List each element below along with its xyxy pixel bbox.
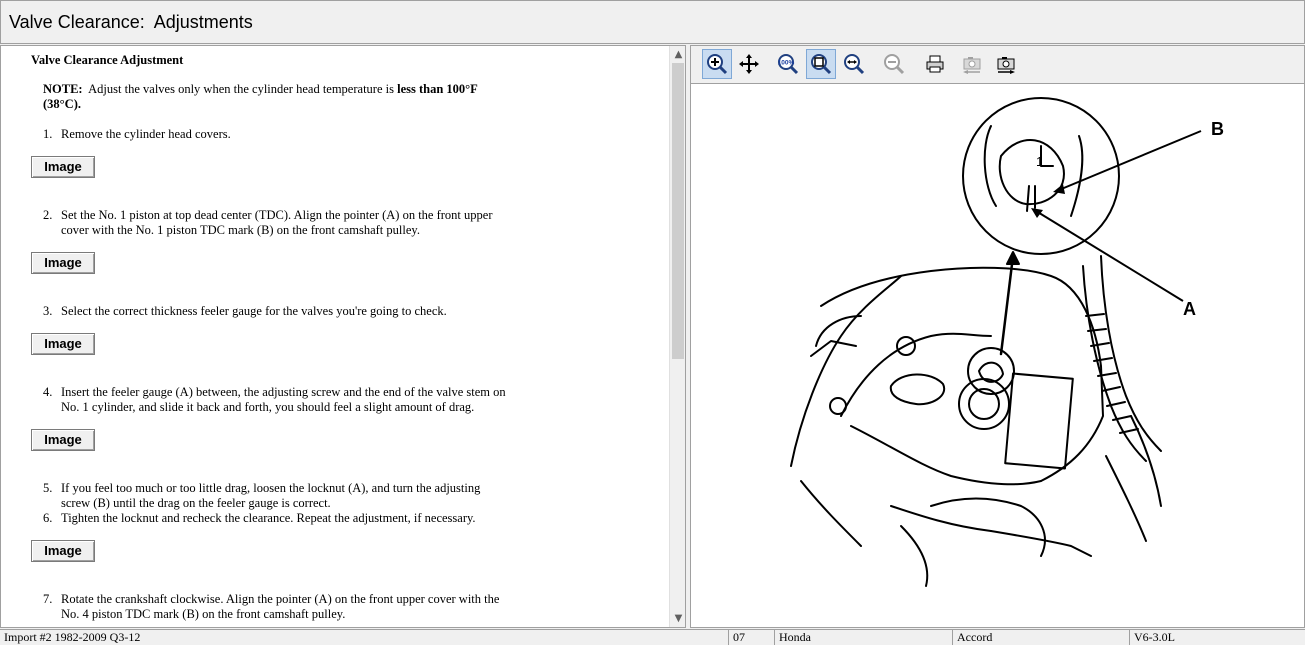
note: NOTE: Adjust the valves only when the cy… [43, 82, 513, 112]
status-model: Accord [952, 630, 992, 645]
scroll-up-arrow-icon[interactable]: ▲ [670, 46, 685, 63]
diagram-label-b: B [1211, 119, 1224, 139]
camera-next-icon [997, 57, 1015, 74]
step-number: 5. [43, 481, 53, 495]
status-make: Honda [774, 630, 811, 645]
step-7: 7. Rotate the crankshaft clockwise. Alig… [43, 592, 669, 622]
zoom-out-icon [884, 54, 905, 75]
scroll-down-arrow-icon[interactable]: ▼ [670, 610, 685, 627]
window-title-bar: Valve Clearance: Adjustments [0, 0, 1305, 44]
step-number: 7. [43, 592, 53, 606]
image-toolbar: 100% [691, 46, 1304, 84]
status-year: 07 [728, 630, 745, 645]
pan-icon [739, 54, 759, 74]
step-1: 1. Remove the cylinder head covers. [43, 127, 669, 142]
step-5: 5. If you feel too much or too little dr… [43, 481, 669, 511]
print-icon [926, 55, 944, 73]
step-text: Tighten the locknut and recheck the clea… [61, 511, 476, 525]
status-import: Import #2 1982-2009 Q3-12 [4, 630, 141, 644]
document-pane[interactable]: Valve Clearance Adjustment NOTE: Adjust … [0, 45, 686, 628]
fit-window-tool[interactable] [806, 49, 836, 79]
fit-width-tool[interactable] [839, 49, 869, 79]
status-bar: Import #2 1982-2009 Q3-12 07 Honda Accor… [0, 629, 1305, 645]
step-2: 2. Set the No. 1 piston at top dead cent… [43, 208, 669, 238]
step-4: 4. Insert the feeler gauge (A) between, … [43, 385, 669, 415]
note-label: NOTE: [43, 82, 83, 96]
image-button-step-6[interactable]: Image [31, 540, 95, 562]
image-button-step-4[interactable]: Image [31, 429, 95, 451]
pan-tool[interactable] [734, 49, 764, 79]
step-text: Rotate the crankshaft clockwise. Align t… [61, 592, 500, 621]
image-button-step-3[interactable]: Image [31, 333, 95, 355]
next-image-tool[interactable] [991, 49, 1021, 79]
fit-width-icon [844, 54, 865, 75]
zoom-100-icon: 100% [778, 54, 799, 75]
window-title: Valve Clearance: Adjustments [9, 11, 253, 32]
step-number: 6. [43, 511, 53, 525]
step-number: 2. [43, 208, 53, 222]
step-3: 3. Select the correct thickness feeler g… [43, 304, 669, 319]
step-number: 4. [43, 385, 53, 399]
document-content: Valve Clearance Adjustment NOTE: Adjust … [1, 46, 669, 627]
engine-timing-diagram: B A 1 [790, 97, 1224, 587]
fit-window-icon [811, 54, 832, 75]
zoom-in-tool[interactable] [702, 49, 732, 79]
note-text: Adjust the valves only when the cylinder… [88, 82, 394, 96]
image-button-step-2[interactable]: Image [31, 252, 95, 274]
step-number: 3. [43, 304, 53, 318]
scrollbar-thumb[interactable] [672, 63, 684, 359]
camera-prev-icon [963, 57, 981, 74]
zoom-in-icon [707, 54, 728, 75]
step-text: Set the No. 1 piston at top dead center … [61, 208, 493, 237]
step-text: Insert the feeler gauge (A) between, the… [61, 385, 506, 414]
step-number: 1. [43, 127, 53, 141]
actual-size-tool[interactable]: 100% [773, 49, 803, 79]
image-button-step-1[interactable]: Image [31, 156, 95, 178]
step-text: Select the correct thickness feeler gaug… [61, 304, 447, 318]
step-6: 6. Tighten the locknut and recheck the c… [43, 511, 669, 526]
document-scrollbar[interactable]: ▲ ▼ [669, 46, 685, 627]
document-heading: Valve Clearance Adjustment [31, 53, 184, 67]
pulley-mark-label: 1 [1036, 154, 1043, 169]
image-viewer-pane: 100% B A 1 [690, 45, 1305, 628]
status-engine: V6-3.0L [1129, 630, 1175, 645]
step-text: If you feel too much or too little drag,… [61, 481, 481, 510]
step-text: Remove the cylinder head covers. [61, 127, 231, 141]
previous-image-tool[interactable] [957, 49, 987, 79]
svg-text:100%: 100% [778, 60, 795, 67]
print-tool[interactable] [920, 49, 950, 79]
diagram-label-a: A [1183, 299, 1196, 319]
zoom-out-tool[interactable] [879, 49, 909, 79]
